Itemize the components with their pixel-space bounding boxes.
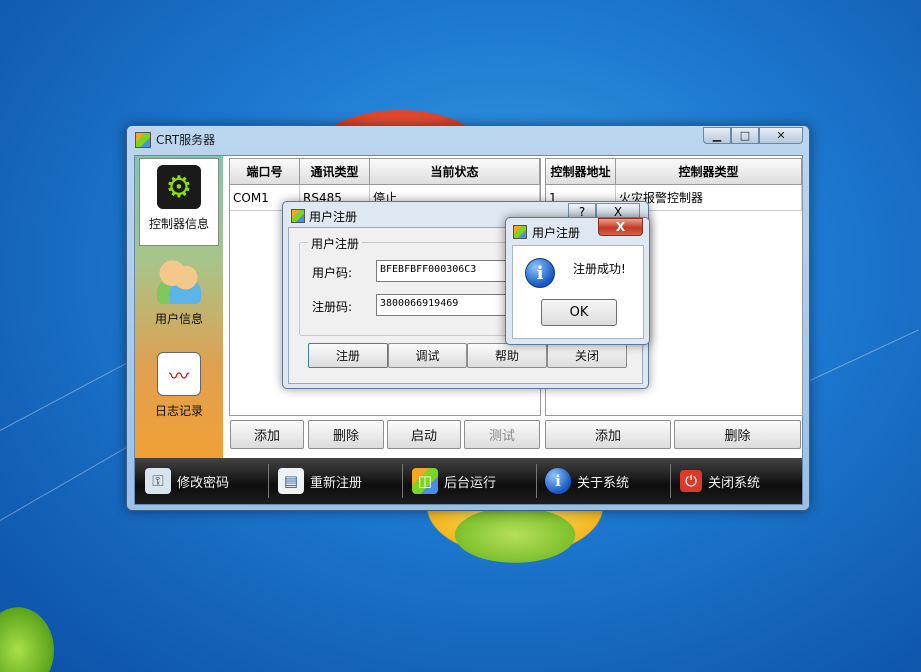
controllers-header-type[interactable]: 控制器类型 (616, 159, 802, 185)
sidebar-item-label: 控制器信息 (148, 217, 209, 231)
toolbar-separator (670, 464, 671, 498)
toolbar-separator (268, 464, 269, 498)
key-icon: ⚿ (145, 468, 171, 494)
chart-log-icon: 〰 (157, 352, 201, 396)
toolbar-separator (402, 464, 403, 498)
maximize-icon: □ (739, 129, 751, 142)
cube-icon (135, 132, 151, 148)
toolbar-label: 重新注册 (310, 475, 363, 491)
ports-header-comm-type[interactable]: 通讯类型 (300, 159, 370, 185)
desktop-leaf (0, 600, 60, 672)
register-card-icon: ▤ (278, 468, 304, 494)
sidebar: ⚙ 控制器信息 用户信息 〰 日志记录 (135, 156, 223, 458)
sidebar-item-log[interactable]: 〰 日志记录 (139, 346, 219, 434)
help-button[interactable]: 帮助 (467, 343, 547, 368)
close-icon: ✕ (776, 129, 786, 142)
window-controls: ▁ □ ✕ (703, 127, 803, 144)
close-icon: X (615, 220, 626, 234)
controllers-header-address[interactable]: 控制器地址 (546, 159, 616, 185)
ok-button[interactable]: OK (541, 299, 617, 326)
user-code-label: 用户码: (312, 266, 353, 280)
message-close-button[interactable]: X (598, 218, 643, 236)
close-button[interactable]: 关闭 (547, 343, 627, 368)
controller-add-button[interactable]: 添加 (545, 420, 671, 449)
info-icon: i (525, 258, 555, 288)
reg-code-input[interactable]: 3800066919469 (376, 294, 526, 316)
close-system-button[interactable]: ⏻ 关闭系统 (680, 466, 760, 496)
port-add-button[interactable]: 添加 (230, 420, 304, 449)
port-delete-button[interactable]: 删除 (308, 420, 384, 449)
cube-icon (291, 209, 305, 223)
minimize-button[interactable]: ▁ (703, 127, 731, 144)
register-button[interactable]: 注册 (308, 343, 388, 368)
bottom-toolbar: ⚿ 修改密码 ▤ 重新注册 ◫ 后台运行 i 关于系统 ⏻ 关闭系统 (135, 458, 802, 504)
sidebar-item-user-info[interactable]: 用户信息 (139, 254, 219, 342)
message-box: 用户注册 X i 注册成功! OK (505, 217, 650, 345)
controller-delete-button[interactable]: 删除 (674, 420, 801, 449)
desktop-swoosh-green (450, 505, 580, 565)
maximize-button[interactable]: □ (731, 127, 759, 144)
ports-header-status[interactable]: 当前状态 (370, 159, 540, 185)
sidebar-item-label: 日志记录 (154, 404, 203, 418)
toolbar-separator (536, 464, 537, 498)
power-icon: ⏻ (680, 470, 702, 492)
reg-code-label: 注册码: (312, 300, 353, 314)
info-icon: i (545, 468, 571, 494)
about-system-button[interactable]: i 关于系统 (545, 466, 629, 496)
group-title: 用户注册 (308, 235, 363, 252)
cube-icon (513, 225, 527, 239)
dialog-title: 用户注册 (309, 210, 358, 224)
message-title: 用户注册 (532, 226, 581, 240)
port-test-button[interactable]: 测试 (464, 420, 540, 449)
ports-header-port[interactable]: 端口号 (230, 159, 300, 185)
debug-button[interactable]: 调试 (388, 343, 467, 368)
message-body: i 注册成功! OK (512, 245, 644, 339)
sidebar-item-controller-info[interactable]: ⚙ 控制器信息 (139, 158, 219, 246)
desktop-line (809, 329, 919, 381)
change-password-button[interactable]: ⚿ 修改密码 (145, 466, 229, 496)
users-icon (157, 260, 201, 304)
toolbar-label: 关闭系统 (708, 475, 761, 491)
toolbar-label: 后台运行 (444, 475, 497, 491)
minimize-icon: ▁ (712, 129, 722, 142)
toolbar-label: 关于系统 (577, 475, 630, 491)
background-run-icon: ◫ (412, 468, 438, 494)
message-text: 注册成功! (573, 262, 626, 276)
gear-icon: ⚙ (157, 165, 201, 209)
port-start-button[interactable]: 启动 (387, 420, 461, 449)
toolbar-label: 修改密码 (177, 475, 230, 491)
window-close-button[interactable]: ✕ (759, 127, 803, 144)
user-code-input[interactable]: BFEBFBFF000306C3 (376, 260, 526, 282)
re-register-button[interactable]: ▤ 重新注册 (278, 466, 362, 496)
background-run-button[interactable]: ◫ 后台运行 (412, 466, 496, 496)
sidebar-item-label: 用户信息 (154, 312, 203, 326)
window-title: CRT服务器 (156, 133, 216, 147)
